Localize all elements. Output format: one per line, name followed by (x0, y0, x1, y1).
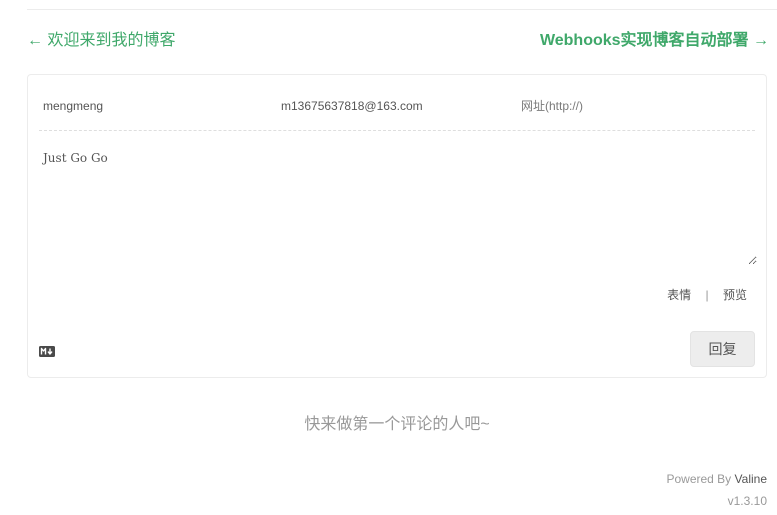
arrow-left-icon: ← (27, 32, 43, 49)
submit-reply-button[interactable]: 回复 (690, 331, 755, 367)
arrow-right-icon: → (753, 32, 769, 49)
top-divider (27, 9, 777, 10)
prev-post-link[interactable]: ← 欢迎来到我的博客 (27, 30, 175, 52)
powered-by-label: Powered By (666, 472, 732, 486)
powered-by-footer: Powered By Valine v1.3.10 (666, 471, 767, 509)
editor-controls: 表情 | 预览 (667, 286, 747, 303)
comment-form: Just Go Go 表情 | 预览 回复 (27, 74, 767, 378)
next-post-link[interactable]: Webhooks实现博客自动部署 → (540, 30, 769, 52)
preview-button[interactable]: 预览 (723, 288, 747, 302)
emoji-button[interactable]: 表情 (667, 288, 691, 302)
nickname-input[interactable] (39, 90, 274, 122)
post-navigation: ← 欢迎来到我的博客 Webhooks实现博客自动部署 → (27, 30, 769, 52)
next-post-title: Webhooks实现博客自动部署 (539, 32, 749, 49)
version-label: v1.3.10 (727, 494, 767, 508)
comment-textarea[interactable]: Just Go Go (39, 143, 757, 265)
comment-header-fields (39, 90, 755, 131)
website-input[interactable] (517, 90, 755, 122)
markdown-icon[interactable] (39, 346, 55, 357)
controls-separator: | (705, 288, 709, 302)
email-input[interactable] (277, 90, 512, 122)
valine-link[interactable]: Valine (735, 472, 767, 486)
empty-comments-message: 快来做第一个评论的人吧~ (304, 416, 490, 433)
prev-post-title: 欢迎来到我的博客 (47, 32, 176, 49)
